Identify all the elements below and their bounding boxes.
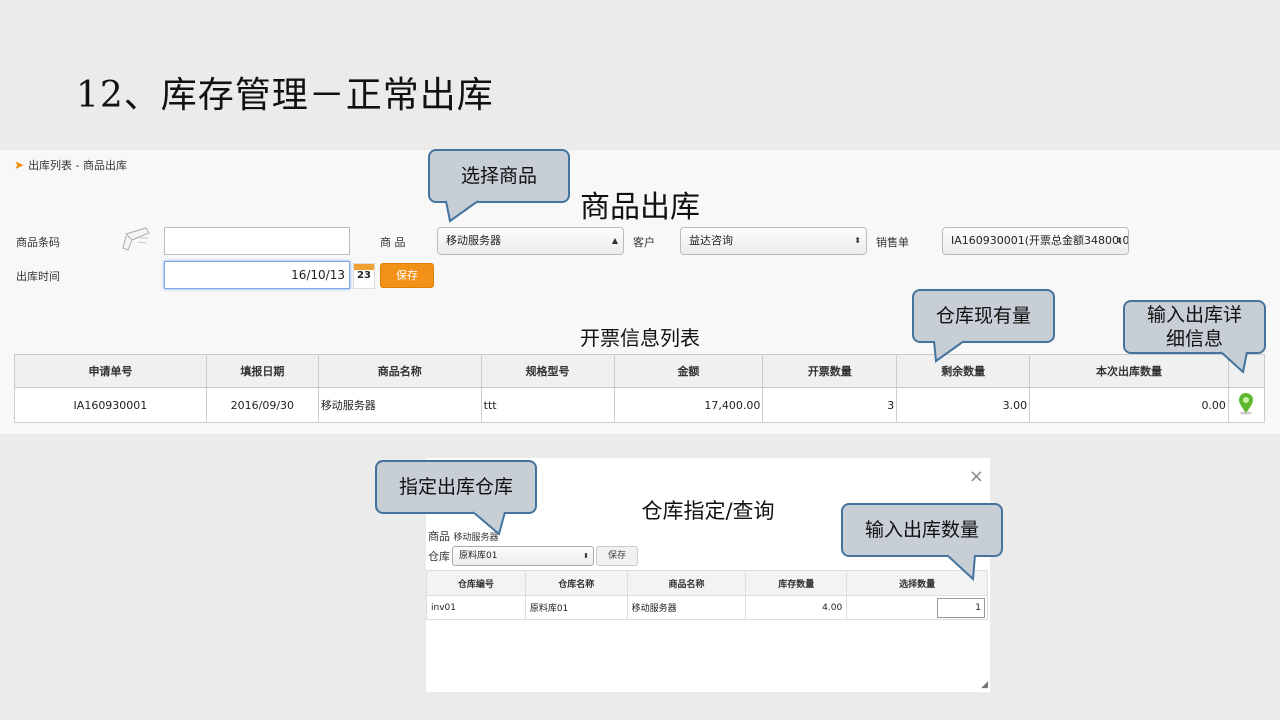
callout-text: 指定出库仓库 (398, 476, 513, 498)
select-arrows-icon: ▲ (611, 236, 618, 245)
callout-pointer (472, 509, 506, 536)
arrow-right-icon: ➤ (14, 158, 25, 172)
barcode-scanner-icon[interactable] (118, 224, 158, 256)
column-header: 开票数量 (762, 354, 898, 388)
invoice-table: 申请单号 填报日期 商品名称 规格型号 金额 开票数量 剩余数量 本次出库数量 … (14, 354, 1266, 423)
table-row[interactable]: IA160930001 2016/09/30 移动服务器 ttt 17,400.… (14, 387, 1266, 423)
callout-select-product: 选择商品 (428, 149, 570, 223)
cell-stock-qty: 4.00 (745, 595, 848, 620)
cell-amount: 17,400.00 (613, 387, 764, 423)
column-header: 规格型号 (480, 354, 615, 388)
customer-select[interactable]: 益达咨询 ⬍ (680, 227, 867, 255)
cell-request-no: IA160930001 (14, 387, 207, 423)
cell-product-name: 移动服务器 (626, 595, 747, 620)
product-label: 商 品 (380, 236, 406, 249)
cell-product-name: 移动服务器 (317, 387, 482, 423)
column-header: 商品名称 (317, 354, 482, 388)
product-select[interactable]: 移动服务器 ▲ (437, 227, 624, 255)
callout-text: 输入出库详 (1146, 304, 1242, 326)
close-icon[interactable]: × (969, 466, 984, 487)
column-header: 金额 (613, 354, 764, 388)
customer-select-value: 益达咨询 (689, 234, 733, 247)
slide-title: 12、库存管理－正常出库 (76, 75, 494, 116)
column-header: 本次出库数量 (1029, 354, 1229, 388)
cell-select-qty: 1 (846, 595, 988, 620)
resize-handle-icon[interactable]: ◢ (981, 680, 988, 690)
cell-warehouse-name: 原料库01 (524, 595, 628, 620)
breadcrumb: ➤ 出库列表 - 商品出库 (14, 157, 127, 173)
warehouse-select-value: 原料库01 (459, 551, 498, 561)
callout-text: 输入出库数量 (864, 519, 979, 541)
column-header: 库存数量 (745, 570, 848, 596)
table-header-row: 申请单号 填报日期 商品名称 规格型号 金额 开票数量 剩余数量 本次出库数量 (14, 354, 1266, 388)
save-button[interactable]: 保存 (380, 263, 434, 288)
callout-warehouse-stock: 仓库现有量 (912, 289, 1055, 363)
location-pin-icon[interactable] (1238, 392, 1254, 415)
cell-spec: ttt (480, 387, 615, 423)
warehouse-select[interactable]: 原料库01 ⬍ (452, 546, 594, 566)
sales-order-label: 销售单 (876, 236, 909, 249)
date-label: 出库时间 (16, 270, 60, 283)
select-arrows-icon: ⬍ (854, 236, 861, 245)
column-header: 填报日期 (205, 354, 319, 388)
callout-text: 仓库现有量 (935, 305, 1031, 327)
cell-remaining-qty: 3.00 (896, 387, 1031, 423)
callout-text: 选择商品 (460, 165, 537, 187)
callout-pointer (445, 198, 479, 223)
callout-input-details: 输入出库详 细信息 (1123, 300, 1266, 374)
table-row[interactable]: inv01 原料库01 移动服务器 4.00 1 (426, 595, 988, 620)
select-arrows-icon: ⬍ (583, 552, 589, 560)
sales-order-select[interactable]: IA160930001(开票总金额34800.0 ⬍ (942, 227, 1129, 255)
column-header: 仓库名称 (524, 570, 628, 596)
column-header: 商品名称 (626, 570, 747, 596)
cell-warehouse-code: inv01 (426, 595, 526, 620)
warehouse-table: 仓库编号 仓库名称 商品名称 库存数量 选择数量 inv01 原料库01 移动服… (426, 570, 988, 620)
table-header-row: 仓库编号 仓库名称 商品名称 库存数量 选择数量 (426, 570, 988, 596)
column-header: 仓库编号 (426, 570, 526, 596)
modal-warehouse-label: 仓库 (428, 550, 450, 563)
product-select-value: 移动服务器 (446, 234, 501, 247)
select-arrows-icon: ⬍ (1116, 236, 1123, 245)
stock-out-panel: ➤ 出库列表 - 商品出库 商品出库 商品条码 商 品 移动服务器 ▲ 客户 益… (0, 150, 1280, 434)
cell-action (1227, 387, 1266, 423)
callout-pointer (946, 552, 976, 582)
callout-input-quantity: 输入出库数量 (841, 503, 1003, 582)
breadcrumb-text[interactable]: 出库列表 - 商品出库 (28, 157, 127, 173)
callout-text: 细信息 (1165, 328, 1223, 350)
callout-specify-warehouse: 指定出库仓库 (375, 460, 537, 536)
date-input[interactable]: 16/10/13 (164, 261, 350, 289)
modal-save-button[interactable]: 保存 (596, 546, 638, 566)
barcode-label: 商品条码 (16, 236, 60, 249)
cell-this-out-qty: 0.00 (1029, 387, 1229, 423)
barcode-input[interactable] (164, 227, 350, 255)
calendar-day: 23 (357, 270, 371, 281)
sales-order-select-value: IA160930001(开票总金额34800.0 (951, 234, 1129, 247)
invoice-list-title: 开票信息列表 (580, 326, 700, 350)
customer-label: 客户 (633, 236, 655, 249)
cell-invoice-qty: 3 (762, 387, 898, 423)
calendar-icon[interactable]: 23 (353, 263, 375, 289)
column-header: 申请单号 (14, 354, 207, 388)
callout-pointer (1220, 349, 1248, 374)
quantity-input[interactable]: 1 (937, 597, 985, 618)
page-title: 商品出库 (580, 190, 700, 225)
cell-date: 2016/09/30 (205, 387, 319, 423)
callout-pointer (933, 338, 965, 363)
modal-product-label-text: 商品 (428, 530, 450, 543)
